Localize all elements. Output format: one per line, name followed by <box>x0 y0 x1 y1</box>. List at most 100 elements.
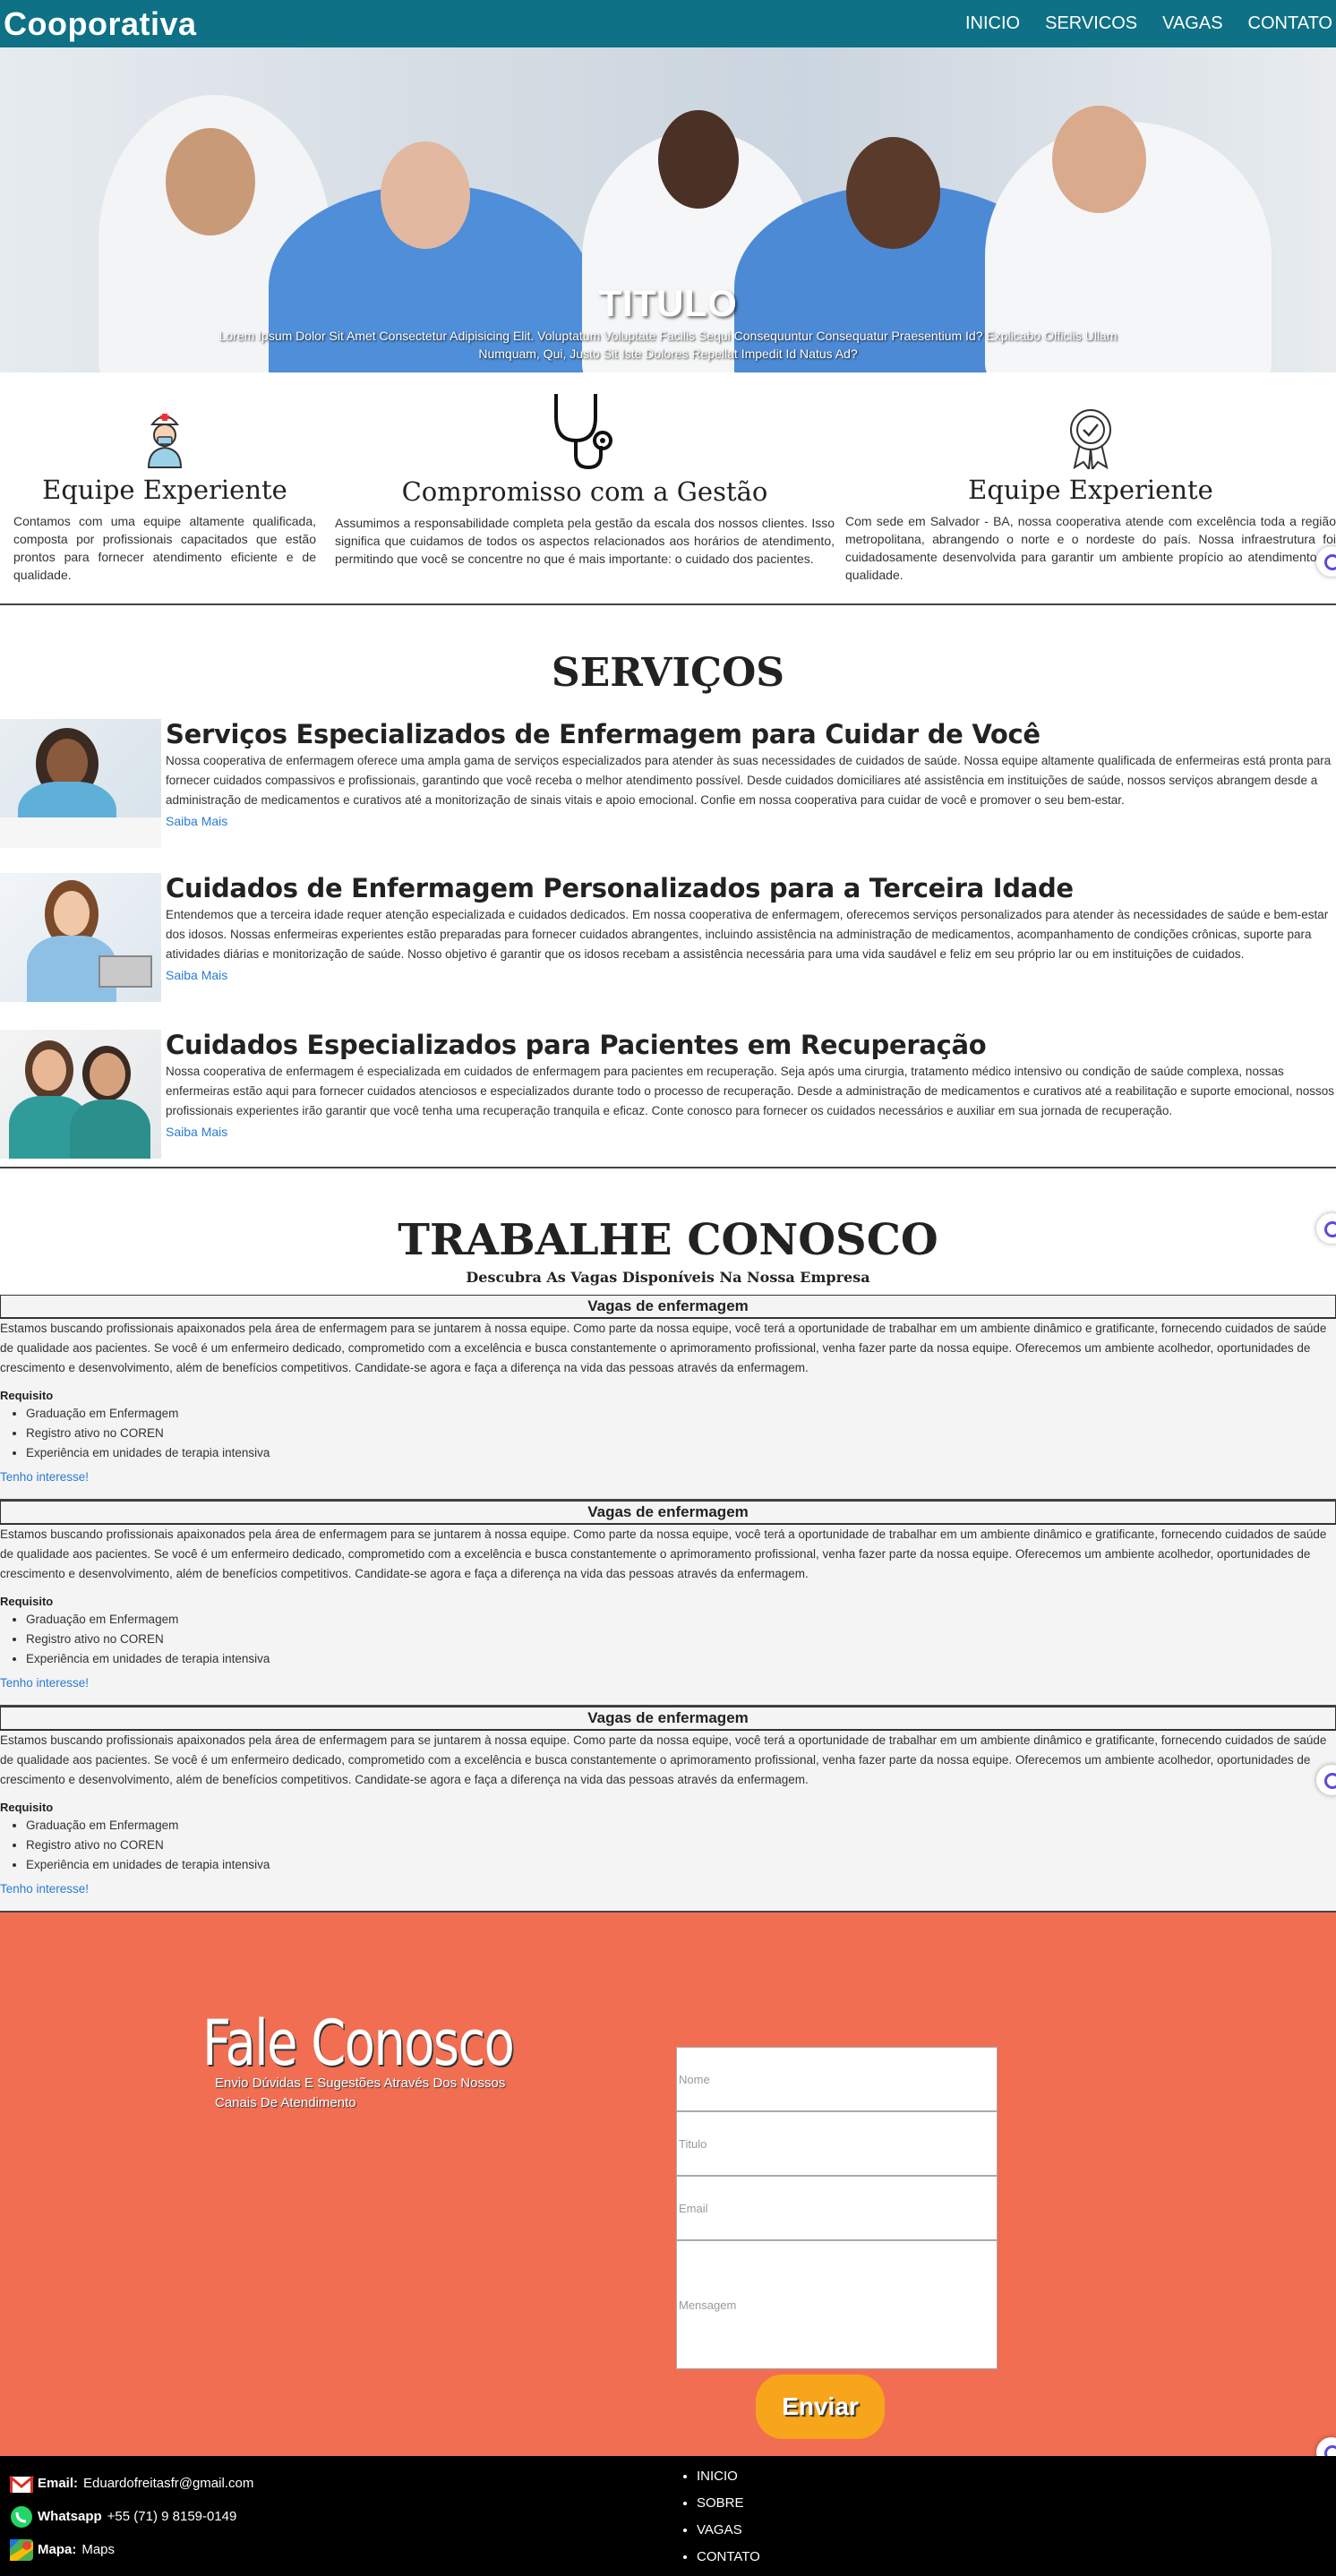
email-input[interactable]: Email <box>676 2176 998 2240</box>
service-title: Serviços Especializados de Enfermagem pa… <box>166 719 1041 749</box>
job-title: Vagas de enfermagem <box>0 1295 1336 1319</box>
name-input[interactable]: Nome <box>676 2047 998 2111</box>
service-image <box>0 873 161 1002</box>
nav-menu: INICIO SERVICOS VAGAS CONTATO <box>940 13 1332 34</box>
job-requirement: Graduação em Enfermagem <box>26 1610 1336 1630</box>
feature-text: Contamos com uma equipe altamente qualif… <box>13 514 316 582</box>
footer-contact-info: Email: Eduardofreitasfr@gmail.com Whatsa… <box>9 2467 253 2566</box>
job-title: Vagas de enfermagem <box>0 1707 1336 1731</box>
apply-link[interactable]: Tenho interesse! <box>0 1882 89 1896</box>
job-requirement: Experiência em unidades de terapia inten… <box>26 1649 1336 1669</box>
job-description: Estamos buscando profissionais apaixonad… <box>0 1733 1327 1786</box>
hero-content: TITULO Lorem Ipsum Dolor Sit Amet Consec… <box>0 282 1336 363</box>
service-title: Cuidados Especializados para Pacientes e… <box>166 1030 987 1060</box>
job-requirements-list: Graduação em Enfermagem Registro ativo n… <box>26 1816 1336 1875</box>
service-image <box>0 1030 161 1159</box>
job-description: Estamos buscando profissionais apaixonad… <box>0 1322 1327 1374</box>
contact-section: Fale Conosco Envio Dúvidas E Sugestões A… <box>0 1913 1336 2468</box>
hero-person-head <box>658 110 739 209</box>
service-image <box>0 719 161 848</box>
footer-email-value[interactable]: Eduardofreitasfr@gmail.com <box>83 2476 253 2491</box>
gmail-icon <box>9 2472 34 2495</box>
footer-nav: INICIO SOBRE VAGAS CONTATO <box>679 2463 760 2571</box>
feature-text: Assumimos a responsabilidade completa pe… <box>335 516 835 566</box>
job-requirements-list: Graduação em Enfermagem Registro ativo n… <box>26 1610 1336 1669</box>
job-requirement: Graduação em Enfermagem <box>26 1404 1336 1424</box>
job-requirement: Registro ativo no COREN <box>26 1836 1336 1855</box>
title-input[interactable]: Titulo <box>676 2111 998 2176</box>
nav-link-contato[interactable]: CONTATO <box>1248 13 1332 34</box>
footer-link-vagas[interactable]: VAGAS <box>697 2517 760 2544</box>
footer-map-value[interactable]: Maps <box>81 2542 115 2557</box>
job-requirement: Registro ativo no COREN <box>26 1630 1336 1649</box>
google-maps-icon <box>9 2538 34 2562</box>
stethoscope-icon <box>335 389 835 471</box>
jobs-title: TRABALHE CONOSCO <box>398 1215 938 1265</box>
accessibility-widget-icon[interactable] <box>1316 1765 1336 1795</box>
hero-subtitle: Lorem Ipsum Dolor Sit Amet Consectetur A… <box>218 329 1118 361</box>
footer-map-row: Mapa: Maps <box>9 2533 253 2566</box>
service-item: Serviços Especializados de Enfermagem pa… <box>0 719 1336 873</box>
apply-link[interactable]: Tenho interesse! <box>0 1470 89 1484</box>
job-requirements-label: Requisito <box>0 1801 54 1814</box>
apply-link[interactable]: Tenho interesse! <box>0 1676 89 1690</box>
feature-card: Equipe Experiente Com sede em Salvador -… <box>840 389 1336 603</box>
service-title: Cuidados de Enfermagem Personalizados pa… <box>166 873 1074 903</box>
whatsapp-icon <box>9 2505 34 2529</box>
footer: Email: Eduardofreitasfr@gmail.com Whatsa… <box>0 2456 1336 2576</box>
job-card: Vagas de enfermagem Estamos buscando pro… <box>0 1501 1336 1707</box>
service-item: Cuidados Especializados para Pacientes e… <box>0 1030 1336 1167</box>
footer-link-contato[interactable]: CONTATO <box>697 2544 760 2571</box>
footer-whatsapp-value[interactable]: +55 (71) 9 8159-0149 <box>107 2509 237 2524</box>
service-text: Entendemos que a terceira idade requer a… <box>166 908 1329 961</box>
footer-email-label: Email: <box>38 2476 79 2491</box>
hero-person-head <box>846 137 940 249</box>
job-requirement: Experiência em unidades de terapia inten… <box>26 1443 1336 1463</box>
footer-email-row: Email: Eduardofreitasfr@gmail.com <box>9 2467 253 2500</box>
nav-link-vagas[interactable]: VAGAS <box>1162 13 1222 34</box>
job-requirement: Graduação em Enfermagem <box>26 1816 1336 1836</box>
award-badge-icon <box>845 389 1336 469</box>
jobs-section: TRABALHE CONOSCO Descubra As Vagas Dispo… <box>0 1168 1336 1913</box>
read-more-link[interactable]: Saiba Mais <box>166 968 227 982</box>
feature-title: Equipe Experiente <box>42 475 287 505</box>
job-card: Vagas de enfermagem Estamos buscando pro… <box>0 1295 1336 1501</box>
read-more-link[interactable]: Saiba Mais <box>166 814 227 828</box>
hero-person-head <box>166 128 255 235</box>
send-button[interactable]: Enviar <box>756 2375 885 2439</box>
contact-subtitle: Envio Dúvidas E Sugestões Através Dos No… <box>215 2075 506 2110</box>
hero-banner: TITULO Lorem Ipsum Dolor Sit Amet Consec… <box>0 47 1336 372</box>
hero-title: TITULO <box>598 282 738 324</box>
feature-title: Compromisso com a Gestão <box>401 476 768 507</box>
job-requirement: Registro ativo no COREN <box>26 1424 1336 1443</box>
services-section: SERVIÇOS Serviços Especializados de Enfe… <box>0 546 1336 1167</box>
service-body: Serviços Especializados de Enfermagem pa… <box>161 719 1336 873</box>
feature-card: Compromisso com a Gestão Assumimos a res… <box>330 389 840 603</box>
job-requirements-label: Requisito <box>0 1595 54 1608</box>
services-title: SERVIÇOS <box>551 650 785 696</box>
service-body: Cuidados de Enfermagem Personalizados pa… <box>161 873 1336 1030</box>
nav-link-inicio[interactable]: INICIO <box>965 13 1020 34</box>
message-textarea[interactable]: Mensagem <box>676 2240 998 2369</box>
nav-link-servicos[interactable]: SERVICOS <box>1045 13 1137 34</box>
service-text: Nossa cooperativa de enfermagem oferece … <box>166 754 1332 807</box>
feature-title: Equipe Experiente <box>968 475 1213 505</box>
read-more-link[interactable]: Saiba Mais <box>166 1125 227 1139</box>
footer-whatsapp-row: Whatsapp +55 (71) 9 8159-0149 <box>9 2500 253 2533</box>
job-requirement: Experiência em unidades de terapia inten… <box>26 1855 1336 1875</box>
job-requirements-label: Requisito <box>0 1389 54 1402</box>
footer-map-label: Mapa: <box>38 2542 77 2557</box>
jobs-subtitle: Descubra As Vagas Disponíveis Na Nossa E… <box>466 1269 870 1286</box>
job-requirements-list: Graduação em Enfermagem Registro ativo n… <box>26 1404 1336 1463</box>
contact-form: Nome Titulo Email Mensagem <box>676 2047 998 2369</box>
footer-link-inicio[interactable]: INICIO <box>697 2463 760 2490</box>
brand-logo[interactable]: Cooporativa <box>4 5 197 43</box>
service-text: Nossa cooperativa de enfermagem é especi… <box>166 1065 1335 1117</box>
hero-person-head <box>381 141 470 249</box>
service-item: Cuidados de Enfermagem Personalizados pa… <box>0 873 1336 1030</box>
feature-card: Equipe Experiente Contamos com uma equip… <box>0 389 330 603</box>
job-title: Vagas de enfermagem <box>0 1501 1336 1525</box>
footer-link-sobre[interactable]: SOBRE <box>697 2490 760 2517</box>
job-description: Estamos buscando profissionais apaixonad… <box>0 1528 1327 1580</box>
contact-title: Fale Conosco <box>202 2007 515 2080</box>
